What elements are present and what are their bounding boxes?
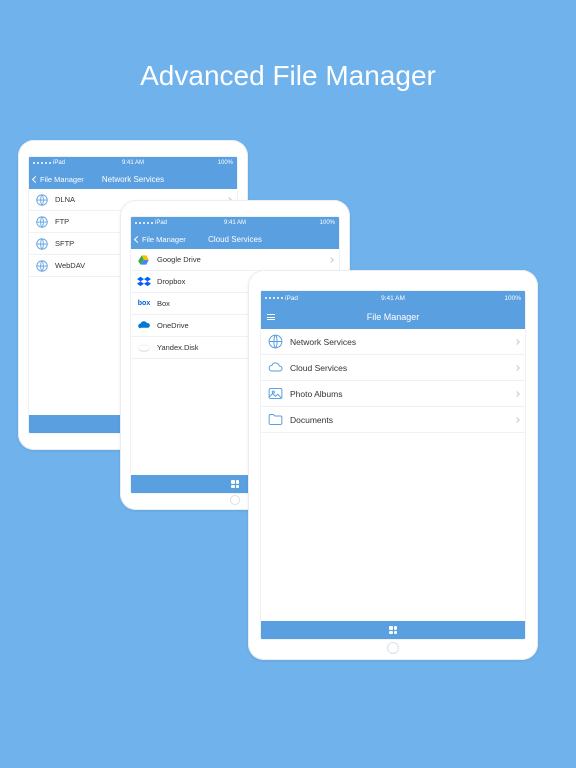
yandex-icon — [137, 341, 151, 355]
nav-bar: File Manager — [261, 305, 525, 329]
chevron-left-icon — [32, 175, 39, 182]
nav-bar: File Manager Network Services — [29, 169, 237, 189]
nav-bar: File Manager Cloud Services — [131, 229, 339, 249]
status-bar: iPad 9:41 AM 100% — [261, 291, 525, 305]
back-button[interactable]: File Manager — [33, 169, 84, 189]
back-button[interactable]: File Manager — [135, 229, 186, 249]
list-item[interactable]: Photo Albums — [261, 381, 525, 407]
globe-icon — [35, 237, 49, 251]
chevron-right-icon — [514, 417, 520, 423]
list-item[interactable]: Network Services — [261, 329, 525, 355]
status-bar: iPad 9:41 AM 100% — [29, 157, 237, 169]
page-title: Advanced File Manager — [0, 60, 576, 92]
dropbox-icon — [137, 275, 151, 289]
ipad-main: iPad 9:41 AM 100% File Manager Network S… — [248, 270, 538, 660]
globe-icon — [35, 259, 49, 273]
gdrive-icon — [137, 253, 151, 267]
globe-icon — [267, 333, 284, 350]
list-item[interactable]: Google Drive — [131, 249, 339, 271]
globe-icon — [35, 193, 49, 207]
menu-button[interactable] — [267, 305, 275, 329]
photo-icon — [267, 385, 284, 402]
globe-icon — [35, 215, 49, 229]
home-button — [230, 495, 240, 505]
tab-bar — [261, 621, 525, 639]
list-item[interactable]: Documents — [261, 407, 525, 433]
status-bar: iPad 9:41 AM 100% — [131, 217, 339, 229]
home-button — [387, 642, 399, 654]
nav-title: Network Services — [102, 175, 164, 184]
list-item[interactable]: Cloud Services — [261, 355, 525, 381]
box-icon: box — [137, 297, 151, 311]
folder-icon — [267, 411, 284, 428]
chevron-left-icon — [134, 235, 141, 242]
main-list: Network Services Cloud Services Photo Al… — [261, 329, 525, 621]
grid-icon[interactable] — [389, 626, 397, 634]
chevron-right-icon — [514, 391, 520, 397]
chevron-right-icon — [514, 339, 520, 345]
nav-title: Cloud Services — [208, 235, 262, 244]
status-time: 9:41 AM — [224, 220, 246, 226]
nav-title: File Manager — [367, 312, 420, 322]
status-time: 9:41 AM — [122, 160, 144, 166]
onedrive-icon — [137, 319, 151, 333]
cloud-icon — [267, 359, 284, 376]
chevron-right-icon — [328, 257, 334, 263]
status-time: 9:41 AM — [381, 295, 405, 302]
device-stage: iPad 9:41 AM 100% File Manager Network S… — [0, 140, 576, 768]
grid-icon[interactable] — [231, 480, 239, 488]
chevron-right-icon — [514, 365, 520, 371]
